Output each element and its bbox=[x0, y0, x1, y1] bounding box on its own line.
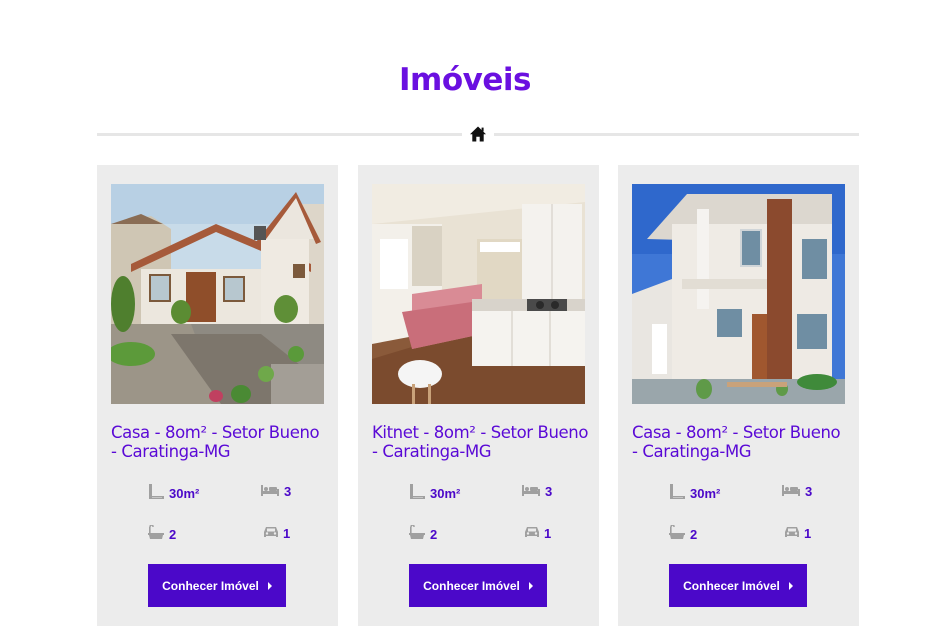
feature-parking: 1 bbox=[263, 525, 290, 542]
feature-area: 30m² bbox=[147, 483, 199, 504]
view-property-label: Conhecer Imóvel bbox=[423, 578, 520, 593]
view-property-label: Conhecer Imóvel bbox=[683, 578, 780, 593]
feature-bedrooms: 3 bbox=[781, 483, 812, 500]
view-property-label: Conhecer Imóvel bbox=[162, 578, 259, 593]
feature-bathrooms: 2 bbox=[147, 524, 177, 544]
car-icon bbox=[784, 525, 800, 542]
properties-section: Imóveis Casa - 8om² - Setor Bueno - Cara… bbox=[0, 0, 930, 630]
view-property-button[interactable]: Conhecer Imóvel bbox=[669, 564, 807, 607]
parking-value: 1 bbox=[283, 526, 291, 541]
caret-right-icon bbox=[788, 581, 793, 590]
car-icon bbox=[524, 525, 540, 542]
property-card: Casa - 8om² - Setor Bueno - Caratinga-MG… bbox=[618, 165, 859, 626]
divider-line-right bbox=[494, 133, 859, 136]
feature-area: 30m² bbox=[668, 483, 720, 504]
property-card: Kitnet - 8om² - Setor Bueno - Caratinga-… bbox=[358, 165, 599, 626]
property-title[interactable]: Casa - 8om² - Setor Bueno - Caratinga-MG bbox=[111, 423, 329, 461]
feature-bedrooms: 3 bbox=[521, 483, 552, 500]
feature-bedrooms: 3 bbox=[260, 483, 291, 500]
area-ruler-icon bbox=[408, 483, 426, 504]
bed-icon bbox=[521, 483, 541, 500]
bedrooms-value: 3 bbox=[545, 484, 553, 499]
bathrooms-value: 2 bbox=[690, 527, 698, 542]
car-icon bbox=[263, 525, 279, 542]
parking-value: 1 bbox=[804, 526, 812, 541]
title-divider bbox=[97, 124, 859, 146]
property-photo-kitnet[interactable] bbox=[372, 184, 585, 404]
area-value: 30m² bbox=[690, 486, 721, 501]
property-title[interactable]: Kitnet - 8om² - Setor Bueno - Caratinga-… bbox=[372, 423, 590, 461]
property-title[interactable]: Casa - 8om² - Setor Bueno - Caratinga-MG bbox=[632, 423, 850, 461]
area-value: 30m² bbox=[430, 486, 461, 501]
bed-icon bbox=[781, 483, 801, 500]
bathtub-icon bbox=[408, 524, 426, 544]
feature-bathrooms: 2 bbox=[408, 524, 438, 544]
bed-icon bbox=[260, 483, 280, 500]
property-cards: Casa - 8om² - Setor Bueno - Caratinga-MG… bbox=[97, 165, 859, 626]
section-title: Imóveis bbox=[399, 62, 531, 98]
property-photo-townhouse[interactable] bbox=[632, 184, 845, 404]
feature-parking: 1 bbox=[784, 525, 811, 542]
feature-parking: 1 bbox=[524, 525, 551, 542]
area-value: 30m² bbox=[169, 486, 200, 501]
bathtub-icon bbox=[147, 524, 165, 544]
home-icon bbox=[469, 125, 487, 143]
bathtub-icon bbox=[668, 524, 686, 544]
bedrooms-value: 3 bbox=[284, 484, 292, 499]
caret-right-icon bbox=[528, 581, 533, 590]
bedrooms-value: 3 bbox=[805, 484, 813, 499]
view-property-button[interactable]: Conhecer Imóvel bbox=[409, 564, 547, 607]
property-card: Casa - 8om² - Setor Bueno - Caratinga-MG… bbox=[97, 165, 338, 626]
parking-value: 1 bbox=[544, 526, 552, 541]
area-ruler-icon bbox=[668, 483, 686, 504]
bathrooms-value: 2 bbox=[169, 527, 177, 542]
caret-right-icon bbox=[267, 581, 272, 590]
view-property-button[interactable]: Conhecer Imóvel bbox=[148, 564, 286, 607]
feature-area: 30m² bbox=[408, 483, 460, 504]
area-ruler-icon bbox=[147, 483, 165, 504]
feature-bathrooms: 2 bbox=[668, 524, 698, 544]
bathrooms-value: 2 bbox=[430, 527, 438, 542]
divider-line-left bbox=[97, 133, 462, 136]
property-photo-house[interactable] bbox=[111, 184, 324, 404]
